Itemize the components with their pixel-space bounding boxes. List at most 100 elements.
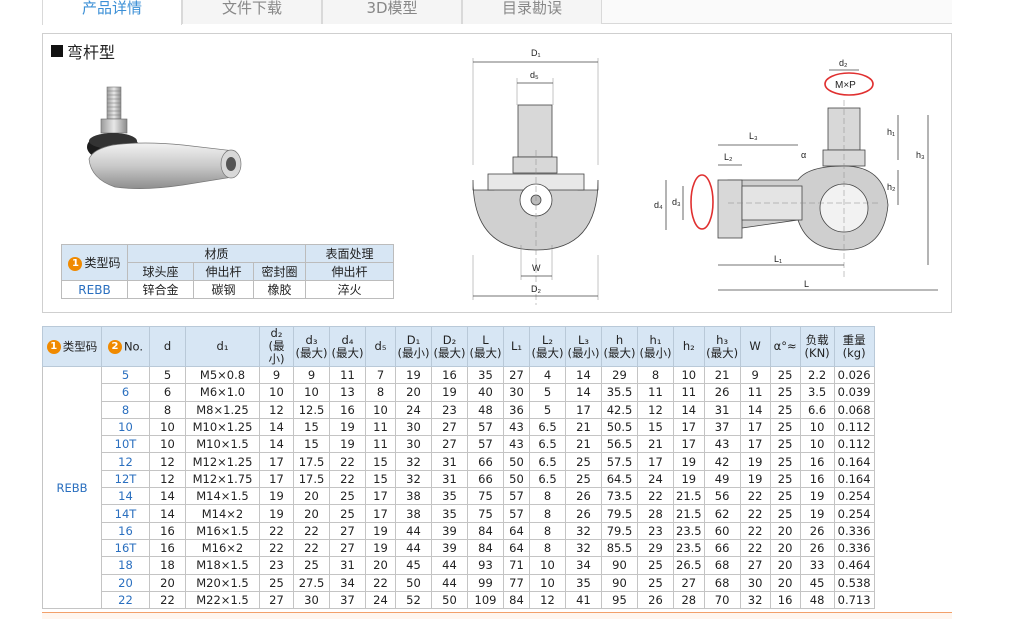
spec-cell: 5: [529, 383, 566, 402]
spec-cell: 6.5: [529, 452, 566, 471]
spec-cell: 26: [565, 504, 602, 523]
spec-part-number[interactable]: 10: [101, 417, 150, 437]
spec-cell: 20: [293, 487, 330, 506]
spec-part-number[interactable]: 14T: [101, 504, 150, 523]
spec-type-code-group[interactable]: REBB: [42, 365, 102, 610]
spec-part-number[interactable]: 8: [101, 400, 150, 419]
spec-cell: 45: [799, 573, 835, 592]
product-panel: 弯杆型 D₁ d₅ W D₂ d₂ M×P L₃ L₂ α h₁ h₃ h₂ d…: [42, 33, 952, 313]
spec-cell: 44: [395, 521, 432, 540]
badge-1-icon: 1: [46, 339, 61, 354]
spec-cell: 20: [769, 538, 801, 558]
tab-product-detail[interactable]: 产品详情: [42, 0, 182, 25]
spec-cell: 16: [769, 590, 801, 610]
spec-cell: 27: [673, 573, 705, 592]
spec-part-number[interactable]: 5: [101, 365, 150, 385]
spec-cell: 14: [565, 383, 602, 402]
spec-cell: 25: [769, 435, 801, 454]
section-title: 弯杆型: [51, 39, 115, 63]
spec-cell: 27: [329, 521, 366, 540]
mat-subheader: 伸出杆: [193, 262, 254, 281]
tab-3d-model[interactable]: 3D模型: [322, 0, 462, 24]
spec-cell: 19: [259, 487, 294, 506]
mat-type-code[interactable]: REBB: [61, 280, 128, 299]
tab-file-download[interactable]: 文件下载: [182, 0, 322, 24]
tab-bar: 产品详情 文件下载 3D模型 目录勘误: [42, 0, 952, 25]
spec-part-number[interactable]: 14: [101, 487, 150, 506]
spec-cell: 10: [259, 383, 294, 402]
spec-part-number[interactable]: 22: [101, 590, 150, 610]
spec-cell: 90: [601, 556, 638, 575]
table-row: REBB 5 5 M5×0.8 9 9 11 7 19 16 35 27 4 14 29 8 10 21 9 25 2.…: [42, 365, 875, 610]
spec-cell: 38: [395, 487, 432, 506]
spec-cell: 79.5: [601, 521, 638, 540]
spec-part-number[interactable]: 16: [101, 521, 150, 540]
spec-cell: 26: [799, 521, 835, 540]
spec-cell: 16: [149, 538, 186, 558]
spec-cell: 50: [431, 590, 468, 610]
spec-part-number[interactable]: 6: [101, 383, 150, 402]
spec-cell: 10: [293, 383, 330, 402]
spec-cell: 19: [431, 383, 468, 402]
spec-cell: 25: [329, 504, 366, 523]
spec-cell: 26.5: [673, 556, 705, 575]
spec-cell: 16: [149, 521, 186, 540]
spec-cell: 33: [799, 556, 835, 575]
spec-cell: M16×2: [185, 538, 260, 558]
spec-part-number[interactable]: 12: [101, 452, 150, 471]
spec-cell: 6.5: [529, 417, 566, 437]
spec-cell: 37: [329, 590, 366, 610]
spec-cell: 56.5: [601, 435, 638, 454]
spec-part-number[interactable]: 12T: [101, 469, 150, 489]
spec-cell: 36: [503, 400, 530, 419]
spec-cell: 44: [431, 573, 468, 592]
spec-cell: 22: [259, 538, 294, 558]
spec-header-cell: W: [739, 326, 771, 367]
spec-part-number[interactable]: 10T: [101, 435, 150, 454]
spec-cell: 57.5: [601, 452, 638, 471]
spec-cell: 10: [529, 573, 566, 592]
spec-cell: 26: [703, 383, 741, 402]
spec-cell: 10: [365, 400, 396, 419]
spec-cell: M12×1.25: [185, 452, 260, 471]
spec-part-number[interactable]: 18: [101, 556, 150, 575]
tab-catalog-errata[interactable]: 目录勘误: [462, 0, 602, 24]
spec-cell: 22: [365, 573, 396, 592]
spec-cell: 25: [293, 556, 330, 575]
spec-cell: 12: [149, 452, 186, 471]
spec-header-cell: α°≈: [769, 326, 801, 367]
spec-cell: 0.538: [833, 573, 875, 592]
spec-part-number[interactable]: 16T: [101, 538, 150, 558]
spec-cell: 11: [365, 417, 396, 437]
spec-cell: 9: [739, 365, 771, 385]
mat-type-code-header: 1 类型码: [61, 244, 128, 281]
spec-cell: 25: [769, 504, 801, 523]
spec-cell: 7: [365, 365, 396, 385]
spec-cell: 24: [395, 400, 432, 419]
spec-cell: 29: [601, 365, 638, 385]
spec-cell: 77: [503, 573, 530, 592]
spec-cell: 17: [673, 417, 705, 437]
spec-header-cell: h (最大): [601, 326, 638, 367]
spec-cell: 15: [365, 452, 396, 471]
spec-cell: M16×1.5: [185, 521, 260, 540]
spec-cell: 43: [703, 435, 741, 454]
spec-part-number[interactable]: 20: [101, 573, 150, 592]
spec-cell: 34: [329, 573, 366, 592]
spec-header-cell: L₃ (最小): [565, 326, 602, 367]
mat-value: 橡胶: [253, 280, 306, 299]
spec-cell: 56: [703, 487, 741, 506]
spec-cell: 17: [637, 452, 674, 471]
spec-cell: 50: [395, 573, 432, 592]
spec-cell: 15: [637, 417, 674, 437]
spec-cell: 42.5: [601, 400, 638, 419]
svg-text:D₁: D₁: [531, 48, 541, 58]
spec-cell: 0.112: [833, 417, 875, 437]
table-row: 8 8 M8×1.25 12 12.5 16 10 24 23 48 36 5 17 42.5 12 14 31…: [43, 400, 875, 419]
spec-cell: 32: [565, 521, 602, 540]
spec-cell: 35: [467, 365, 504, 385]
spec-cell: 30: [503, 383, 530, 402]
spec-cell: 20: [365, 556, 396, 575]
spec-cell: 11: [365, 435, 396, 454]
spec-cell: 5: [529, 400, 566, 419]
